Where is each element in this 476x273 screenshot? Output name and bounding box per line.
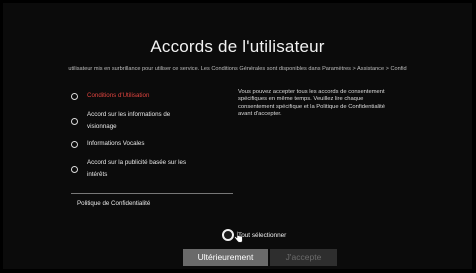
- tv-screen: Accords de l'utilisateur utilisateur mis…: [3, 3, 472, 269]
- agreement-label: Conditions d'Utilisation: [87, 92, 150, 99]
- agreement-label: Accord sur les informations de visionnag…: [87, 109, 170, 133]
- page-title: Accords de l'utilisateur: [150, 37, 325, 56]
- agreement-label-line: intérêts: [87, 171, 108, 178]
- radio-icon[interactable]: [71, 117, 78, 125]
- agreement-label-line: Accord sur les informations de: [87, 111, 171, 118]
- agreement-label: Informations Vocales: [87, 140, 145, 147]
- agreement-list: Conditions d'Utilisation Accord sur les …: [71, 87, 233, 183]
- select-all-toggle[interactable]: Tout sélectionner: [222, 229, 286, 241]
- radio-icon[interactable]: [71, 140, 78, 148]
- agreement-label: Accord sur la publicité basée sur les in…: [87, 157, 186, 181]
- list-divider: [71, 193, 233, 194]
- radio-icon[interactable]: [71, 165, 78, 173]
- privacy-policy-item[interactable]: Politique de Confidentialité: [77, 200, 150, 207]
- select-all-label: Tout sélectionner: [238, 231, 287, 239]
- later-button[interactable]: Ultérieurement: [183, 249, 268, 266]
- select-all-radio-icon[interactable]: [222, 229, 234, 241]
- agreement-label-line: visionnage: [87, 123, 117, 130]
- consent-description: Vous pouvez accepter tous les accords de…: [238, 89, 385, 117]
- info-banner: utilisateur mis en surbrillance pour uti…: [68, 66, 407, 72]
- agreement-item-terms[interactable]: Conditions d'Utilisation: [71, 87, 233, 105]
- agreement-label-line: Accord sur la publicité basée sur les: [87, 159, 187, 166]
- radio-icon[interactable]: [71, 92, 78, 100]
- pointer-cursor-icon: [234, 231, 243, 243]
- accept-button[interactable]: J'accepte: [270, 249, 337, 266]
- agreement-item-voice[interactable]: Informations Vocales: [71, 135, 233, 153]
- agreement-item-viewing[interactable]: Accord sur les informations de visionnag…: [71, 107, 233, 135]
- agreement-item-ads[interactable]: Accord sur la publicité basée sur les in…: [71, 155, 233, 183]
